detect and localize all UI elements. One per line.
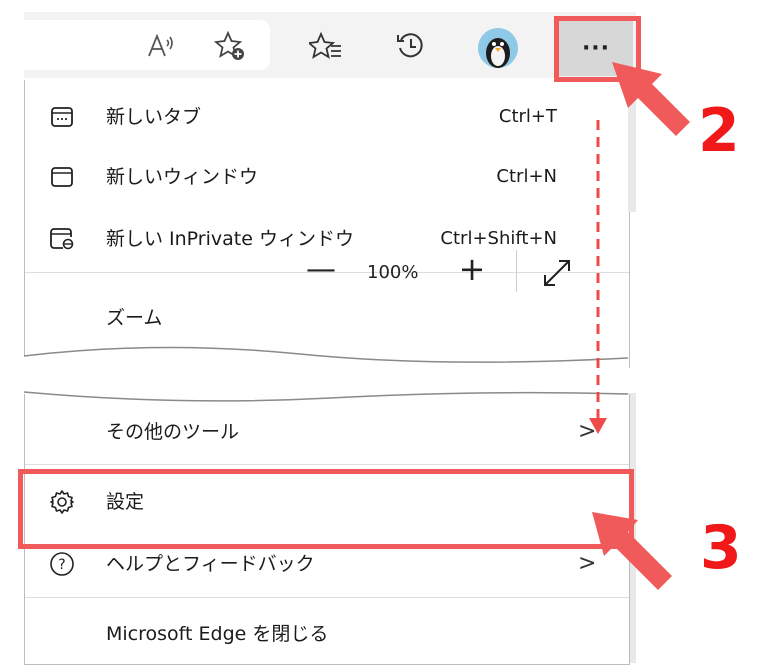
more-button-highlight [554,16,641,82]
dashed-guide-arrowhead [589,418,607,434]
step-number-2: 2 [698,96,740,166]
settings-highlight [18,469,634,549]
annotation-overlay [23,62,690,590]
step-number-3: 3 [700,513,742,583]
